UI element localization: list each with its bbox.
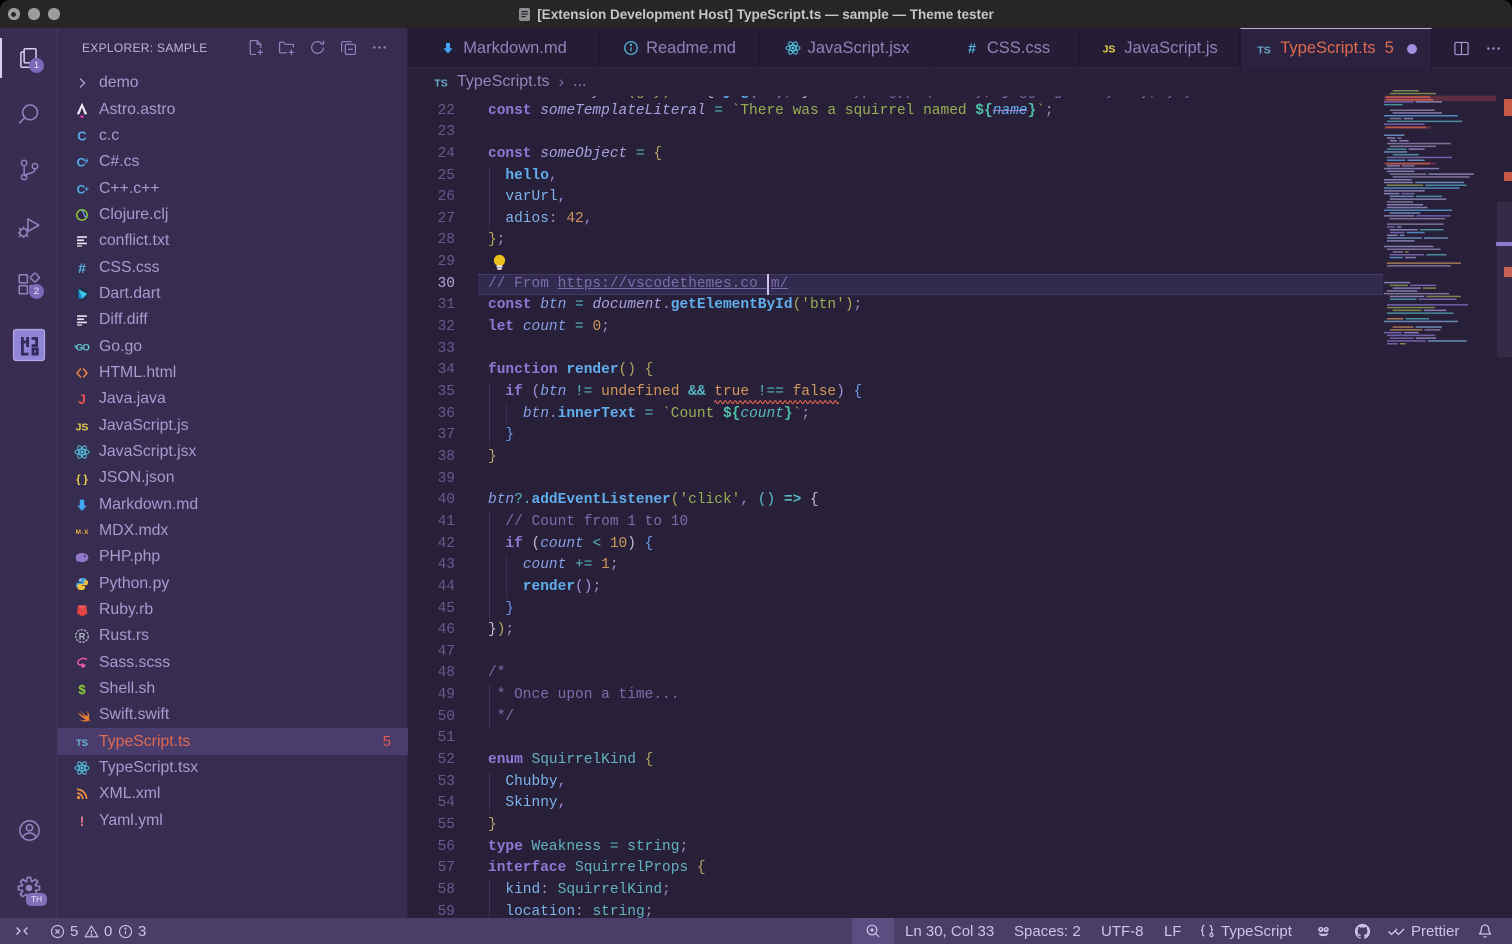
svg-text:#: # [85,159,89,166]
svg-text:!: ! [80,814,85,829]
svg-text:TS: TS [76,737,88,747]
svg-text:TS: TS [434,77,447,89]
svg-text:#: # [78,260,86,276]
svg-text:{ }: { } [76,474,88,486]
svg-text:JS: JS [1103,43,1116,55]
svg-text:C: C [77,129,87,144]
svg-text:$: $ [78,682,86,697]
svg-text:GO: GO [76,342,90,353]
svg-text:J: J [78,391,86,407]
svg-text:#: # [968,40,976,56]
svg-text:JS: JS [76,421,89,433]
svg-text:M↓X: M↓X [76,529,90,536]
svg-text:R: R [79,632,86,642]
svg-text:TS: TS [1258,44,1271,56]
svg-text:+: + [84,184,89,193]
